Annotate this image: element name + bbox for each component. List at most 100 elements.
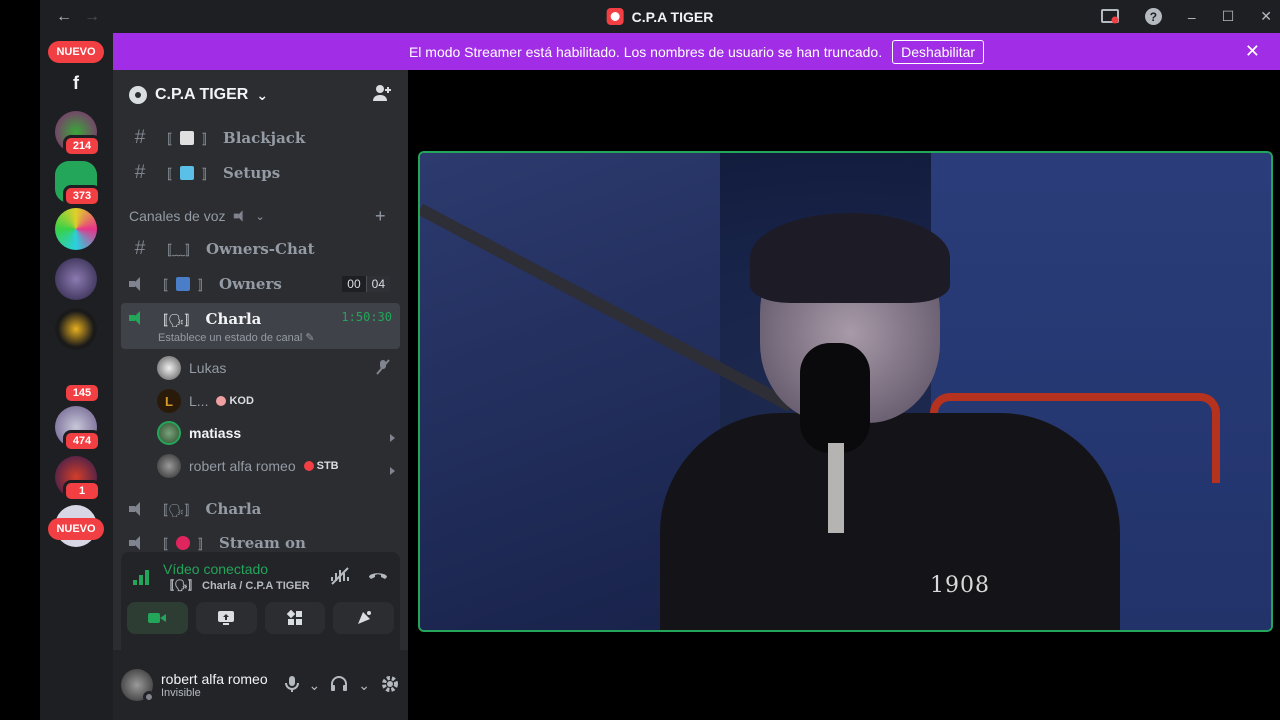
invite-people-icon[interactable] <box>372 84 392 107</box>
user-limit: 00 04 <box>342 276 390 292</box>
avatar[interactable] <box>121 669 155 703</box>
channel-status[interactable]: Establece un estado de canal ✎ <box>158 331 315 344</box>
title-bar: ← → C.P.A TIGER ? – ☐ ✕ <box>40 0 1280 33</box>
connection-location[interactable]: 〚🗣〛 Charla / C.P.A TIGER <box>163 577 310 593</box>
channel-bracket: 〛 <box>198 536 212 552</box>
user-max: 04 <box>365 276 390 292</box>
mention-badge: 1 <box>63 480 101 502</box>
member-tag-text: KOD <box>229 395 254 407</box>
voice-member[interactable]: robert alfa romeo STB <box>157 451 400 481</box>
server-icon-8[interactable]: 1 <box>55 456 101 502</box>
channel-bracket: 〚🗣〛 <box>155 502 198 518</box>
disconnect-icon[interactable] <box>368 567 388 588</box>
member-name: Lukas <box>189 360 227 376</box>
guild-header[interactable]: C.P.A TIGER ⌄ <box>113 70 408 120</box>
member-name: matiass <box>189 425 242 441</box>
user-status: Invisible <box>161 687 201 699</box>
member-name: L... <box>189 393 209 409</box>
member-tag-text: STB <box>316 460 339 472</box>
close-window-button[interactable]: ✕ <box>1260 8 1272 25</box>
member-tag: STB <box>303 460 339 472</box>
tag-icon <box>303 461 314 471</box>
gear-icon[interactable] <box>380 674 400 697</box>
channel-name: Charla <box>205 500 262 518</box>
channel-charla-2[interactable]: 〚🗣〛 Charla <box>121 493 400 525</box>
new-badge[interactable]: NUEVO <box>48 518 104 540</box>
server-icon <box>606 8 624 25</box>
microphone-icon[interactable] <box>284 675 299 696</box>
server-f[interactable]: f <box>59 66 93 100</box>
disable-streamer-button[interactable]: Deshabilitar <box>892 39 985 64</box>
video-tile[interactable]: 1908 <box>418 151 1273 632</box>
hash-icon: # <box>134 162 146 183</box>
minimize-button[interactable]: – <box>1188 9 1196 25</box>
add-channel-icon[interactable]: + <box>375 206 386 227</box>
maximize-button[interactable]: ☐ <box>1222 8 1235 25</box>
inbox-icon[interactable] <box>1100 8 1119 26</box>
red-circle-emoji-icon <box>176 536 191 550</box>
voice-member[interactable]: Lukas <box>157 353 400 383</box>
screen-share-button[interactable] <box>195 602 257 634</box>
voice-connection-panel: Vídeo conectado 〚🗣〛 Charla / C.P.A TIGER <box>121 552 400 650</box>
call-timer: 1:50:30 <box>341 310 392 324</box>
chevron-down-icon: ⌄ <box>256 86 269 103</box>
username: robert alfa romeo <box>161 671 268 687</box>
camera-toggle-button[interactable] <box>127 602 188 634</box>
main-stage: 1908 <box>408 70 1280 720</box>
back-arrow-icon[interactable]: ← <box>56 8 72 26</box>
headphones-icon[interactable] <box>330 675 348 695</box>
server-icon-5[interactable] <box>55 308 97 350</box>
avatar: L <box>157 389 181 413</box>
channel-bracket: 〛 <box>198 277 212 293</box>
chevron-down-icon[interactable]: ⌄ <box>309 677 321 694</box>
chevron-down-icon[interactable]: ⌄ <box>358 677 370 694</box>
category-name: Canales de voz <box>129 208 226 224</box>
speaker-emoji-icon <box>233 210 247 223</box>
chevron-down-icon: ⌄ <box>255 210 265 223</box>
channel-bracket: 〛 <box>202 131 216 147</box>
channel-bracket: 〚 <box>155 536 169 552</box>
noise-suppression-icon[interactable] <box>330 566 350 588</box>
channel-bracket: 〚 <box>159 131 173 147</box>
channel-setups[interactable]: # 〚 〛 Setups <box>121 157 400 189</box>
guild-name: C.P.A TIGER <box>155 86 249 103</box>
speaker-icon <box>129 501 147 517</box>
forward-arrow-icon[interactable]: → <box>84 8 100 26</box>
channel-name: Owners-Chat <box>206 240 315 258</box>
channel-bracket: 〚 <box>155 277 169 293</box>
invisible-status-icon <box>143 691 155 703</box>
muted-mic-icon <box>376 358 390 378</box>
webcam-person: 1908 <box>650 213 1220 630</box>
server-gear-icon <box>129 86 147 104</box>
avatar <box>157 356 181 380</box>
tag-icon <box>216 396 227 406</box>
connection-signal-icon[interactable] <box>133 569 153 585</box>
speaker-icon <box>129 535 147 551</box>
channel-owners-chat[interactable]: # 〚﹏〛 Owners-Chat <box>121 233 400 265</box>
voice-member[interactable]: matiass <box>157 418 400 448</box>
activities-button[interactable] <box>264 602 326 634</box>
window-title-text: C.P.A TIGER <box>631 8 714 25</box>
close-banner-icon[interactable]: ✕ <box>1245 41 1260 62</box>
server-icon-1[interactable]: 214 <box>55 111 101 157</box>
connection-status[interactable]: Vídeo conectado <box>163 561 310 577</box>
member-tag: KOD <box>216 395 254 407</box>
channel-blackjack[interactable]: # 〚 〛 Blackjack <box>121 122 400 154</box>
channel-owners[interactable]: 〚 〛 Owners 00 04 <box>121 268 400 300</box>
soundboard-button[interactable] <box>333 602 394 634</box>
server-icon-2[interactable]: 373 <box>55 161 101 207</box>
new-badge[interactable]: NUEVO <box>48 41 104 63</box>
help-icon[interactable]: ? <box>1144 8 1162 25</box>
server-icon-7[interactable]: 474 <box>55 406 101 452</box>
window-title: C.P.A TIGER <box>606 8 714 25</box>
server-icon-3[interactable] <box>55 208 97 250</box>
server-icon-6[interactable]: 145 <box>55 358 101 404</box>
avatar <box>157 421 181 445</box>
cards-emoji-icon <box>180 131 195 145</box>
mention-badge: 373 <box>63 185 101 207</box>
voice-category[interactable]: Canales de voz ⌄ + <box>129 206 386 226</box>
server-rail: NUEVO f 214 373 145 474 1 NUEVO <box>40 33 113 720</box>
voice-member[interactable]: L L... KOD <box>157 386 400 416</box>
channel-bracket: 〚﹏〛 <box>159 242 199 258</box>
server-icon-4[interactable] <box>55 258 97 300</box>
